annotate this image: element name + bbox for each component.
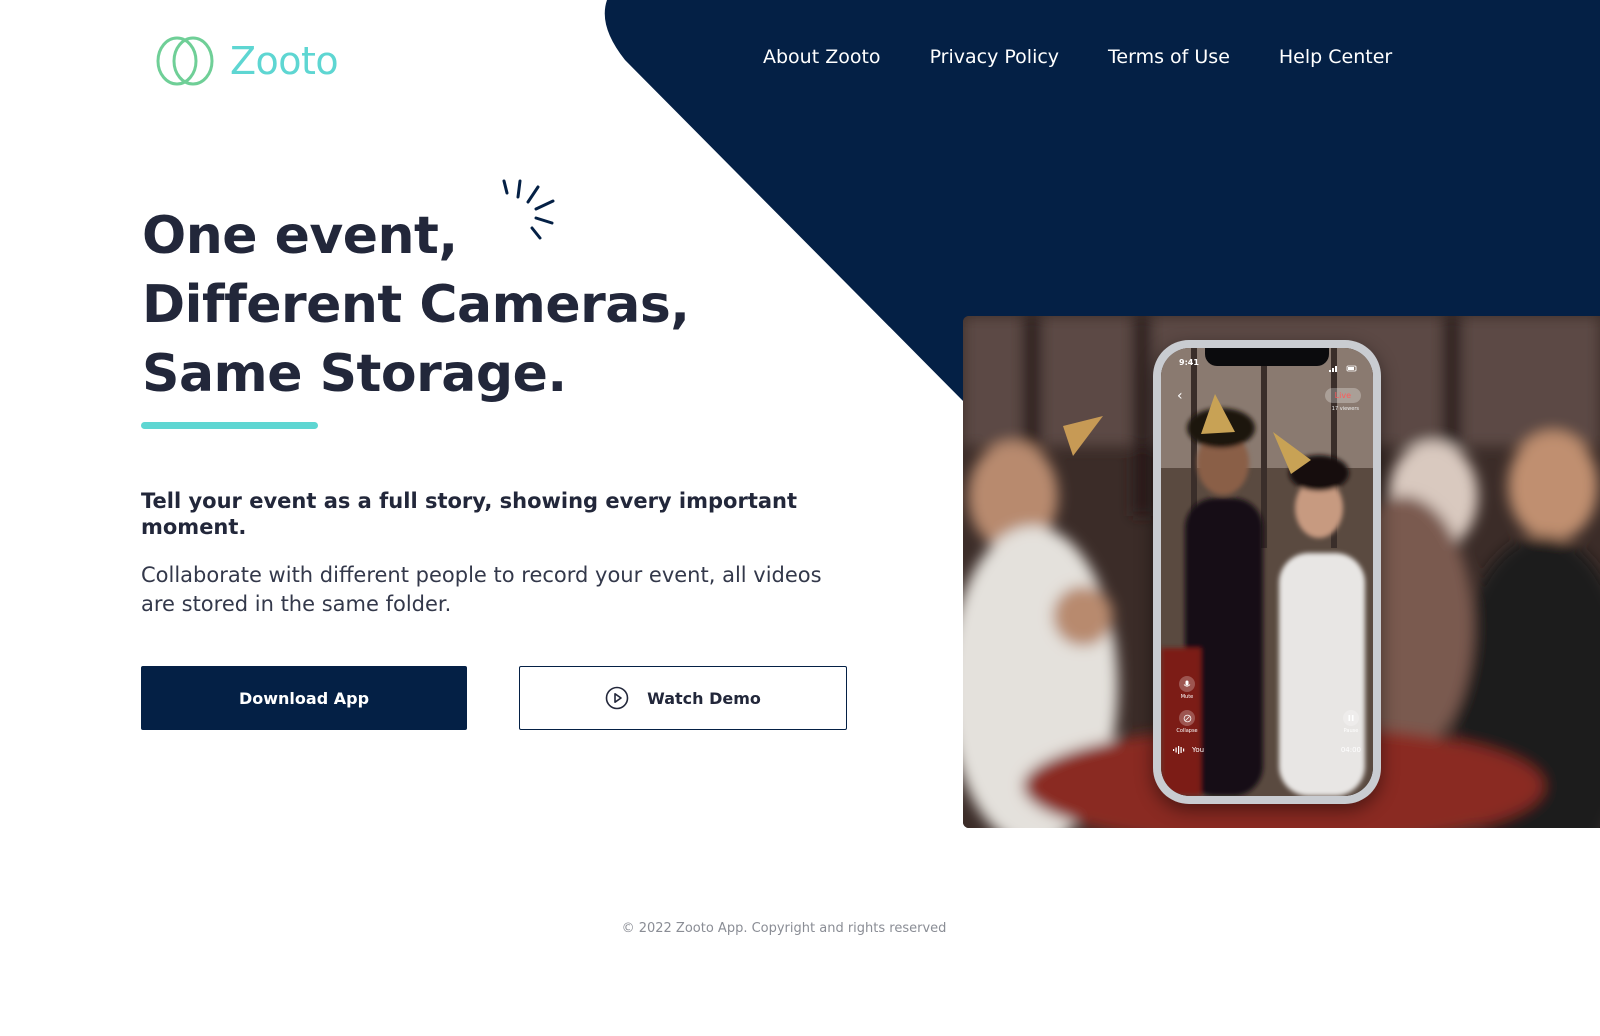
nav-link-terms[interactable]: Terms of Use [1108, 46, 1230, 68]
signal-battery-icon [1329, 359, 1357, 377]
headline-line-3: Same Storage. [142, 344, 567, 404]
hero-lead: Tell your event as a full story, showing… [141, 489, 798, 539]
microphone-icon [1179, 676, 1195, 692]
phone-clock: 9:41 [1179, 358, 1199, 367]
you-indicator: You [1173, 746, 1204, 754]
phone-screen: 9:41 ‹ Live 17 viewers Mute Collapse Pau… [1161, 348, 1373, 796]
live-badge: Live [1324, 388, 1361, 403]
collapse-icon [1179, 710, 1195, 726]
mute-control[interactable]: Mute [1173, 676, 1201, 700]
brand-logo[interactable]: Zooto [155, 35, 339, 87]
you-label: You [1192, 746, 1205, 754]
back-chevron-icon[interactable]: ‹ [1177, 388, 1183, 404]
audio-wave-icon [1173, 746, 1185, 754]
collapse-control[interactable]: Collapse [1173, 710, 1201, 734]
top-navigation: About Zooto Privacy Policy Terms of Use … [763, 46, 1392, 68]
pause-control[interactable]: Pause [1337, 710, 1365, 734]
collapse-label: Collapse [1176, 728, 1198, 734]
headline-underline [141, 422, 318, 429]
pause-label: Pause [1343, 728, 1359, 734]
recording-timer: 04:00 [1340, 746, 1361, 754]
watch-demo-label: Watch Demo [647, 688, 761, 708]
headline-line-1: One event, [142, 206, 458, 266]
play-circle-icon [605, 686, 629, 710]
headline-line-2: Different Cameras, [142, 275, 690, 335]
phone-notch [1205, 348, 1329, 366]
nav-link-about[interactable]: About Zooto [763, 46, 881, 68]
pause-icon [1343, 710, 1359, 726]
nav-link-help[interactable]: Help Center [1279, 46, 1392, 68]
footer-copyright: © 2022 Zooto App. Copyright and rights r… [621, 921, 947, 936]
phone-mockup: 9:41 ‹ Live 17 viewers Mute Collapse Pau… [1153, 340, 1381, 804]
watch-demo-button[interactable]: Watch Demo [519, 666, 847, 730]
hero-description: Collaborate with different people to rec… [141, 563, 822, 616]
nav-link-privacy[interactable]: Privacy Policy [930, 46, 1059, 68]
mute-label: Mute [1180, 694, 1194, 700]
brand-name: Zooto [230, 39, 339, 83]
logo-rings-icon [156, 36, 214, 86]
hero-headline: One event, Different Cameras, Same Stora… [142, 202, 690, 409]
viewer-count: 17 viewers [1331, 406, 1359, 412]
download-app-button[interactable]: Download App [141, 666, 467, 730]
